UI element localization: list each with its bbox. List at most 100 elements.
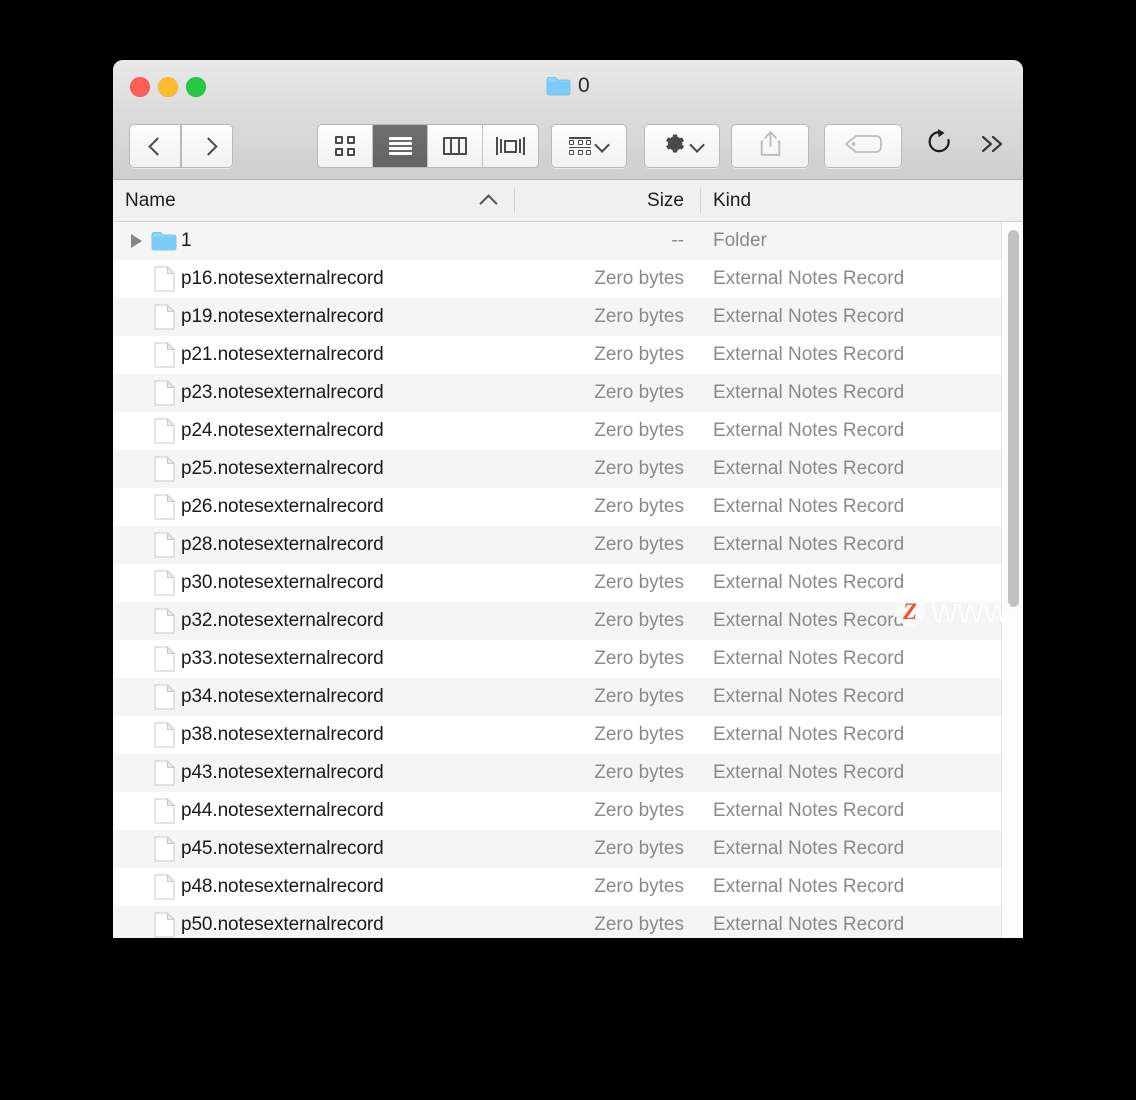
row-size-cell: Zero bytes: [594, 838, 684, 859]
window-title-group: 0: [113, 74, 1023, 98]
view-mode-segmented-control: [317, 124, 539, 168]
row-kind-cell: External Notes Record: [713, 686, 905, 707]
row-kind-cell: External Notes Record: [713, 762, 905, 783]
table-row[interactable]: p24.notesexternalrecord Zero bytes Externa…: [113, 412, 1023, 450]
cover-flow-button[interactable]: [483, 125, 538, 167]
row-kind-cell: External Notes Record: [713, 534, 905, 555]
row-kind-cell: External Notes Record: [713, 420, 905, 441]
row-size-cell: Zero bytes: [594, 800, 684, 821]
forward-button[interactable]: [181, 124, 233, 168]
column-header-name-label: Name: [125, 189, 176, 211]
arrange-icon: [569, 137, 591, 155]
double-chevron-right-icon: [979, 133, 1005, 160]
table-row[interactable]: p33.notesexternalrecord Zero bytes Externa…: [113, 640, 1023, 678]
scrollbar-thumb[interactable]: [1008, 230, 1019, 607]
row-name-label: p38.notesexternalrecord: [181, 724, 384, 745]
table-row[interactable]: p25.notesexternalrecord Zero bytes Externa…: [113, 450, 1023, 488]
column-view-icon: [443, 137, 467, 155]
row-name-cell: p24.notesexternalrecord: [113, 418, 515, 444]
table-row[interactable]: p23.notesexternalrecord Zero bytes Externa…: [113, 374, 1023, 412]
document-icon: [147, 912, 181, 938]
table-row[interactable]: p50.notesexternalrecord Zero bytes Externa…: [113, 906, 1023, 938]
table-row[interactable]: p38.notesexternalrecord Zero bytes Externa…: [113, 716, 1023, 754]
row-name-cell: p16.notesexternalrecord: [113, 266, 515, 292]
table-row[interactable]: p19.notesexternalrecord Zero bytes Externa…: [113, 298, 1023, 336]
table-row[interactable]: p16.notesexternalrecord Zero bytes Externa…: [113, 260, 1023, 298]
row-kind-cell: External Notes Record: [713, 648, 905, 669]
row-size-cell: Zero bytes: [594, 610, 684, 631]
title-bar[interactable]: 0: [113, 60, 1023, 113]
document-icon: [147, 380, 181, 406]
row-kind-cell: External Notes Record: [713, 496, 905, 517]
table-row[interactable]: p28.notesexternalrecord Zero bytes Externa…: [113, 526, 1023, 564]
chevron-down-icon: [594, 136, 610, 153]
share-button[interactable]: [731, 124, 809, 168]
row-name-label: p44.notesexternalrecord: [181, 800, 384, 821]
cover-flow-icon: [496, 136, 526, 156]
row-name-label: p48.notesexternalrecord: [181, 876, 384, 897]
table-row[interactable]: p48.notesexternalrecord Zero bytes Externa…: [113, 868, 1023, 906]
table-row[interactable]: p43.notesexternalrecord Zero bytes Externa…: [113, 754, 1023, 792]
row-size-cell: Zero bytes: [594, 268, 684, 289]
column-view-button[interactable]: [428, 125, 483, 167]
row-kind-cell: External Notes Record: [713, 724, 905, 745]
row-name-cell: p25.notesexternalrecord: [113, 456, 515, 482]
row-name-label: p16.notesexternalrecord: [181, 268, 384, 289]
document-icon: [147, 266, 181, 292]
row-name-cell: p30.notesexternalrecord: [113, 570, 515, 596]
vertical-scrollbar[interactable]: [1001, 222, 1023, 938]
row-name-label: p26.notesexternalrecord: [181, 496, 384, 517]
row-kind-cell: External Notes Record: [713, 838, 905, 859]
row-name-label: p24.notesexternalrecord: [181, 420, 384, 441]
row-name-label: p45.notesexternalrecord: [181, 838, 384, 859]
document-icon: [147, 646, 181, 672]
edit-tags-button[interactable]: [824, 124, 902, 168]
row-name-cell: p33.notesexternalrecord: [113, 646, 515, 672]
row-kind-cell: External Notes Record: [713, 306, 905, 327]
window-title: 0: [578, 74, 590, 97]
back-button[interactable]: [129, 124, 181, 168]
document-icon: [147, 342, 181, 368]
share-icon: [759, 130, 782, 162]
more-toolbar-items-button[interactable]: [970, 124, 1014, 168]
table-row[interactable]: p32.notesexternalrecord Zero bytes Externa…: [113, 602, 1023, 640]
table-row[interactable]: p21.notesexternalrecord Zero bytes Externa…: [113, 336, 1023, 374]
row-name-cell: p28.notesexternalrecord: [113, 532, 515, 558]
row-name-cell: p45.notesexternalrecord: [113, 836, 515, 862]
column-header-name[interactable]: Name: [113, 180, 515, 221]
row-name-cell: p23.notesexternalrecord: [113, 380, 515, 406]
document-icon: [147, 570, 181, 596]
document-icon: [147, 608, 181, 634]
row-size-cell: Zero bytes: [594, 914, 684, 935]
navigation-buttons: [129, 124, 233, 168]
arrange-button[interactable]: [551, 124, 627, 168]
table-row[interactable]: p44.notesexternalrecord Zero bytes Externa…: [113, 792, 1023, 830]
list-view-button[interactable]: [373, 125, 428, 167]
refresh-button[interactable]: [919, 124, 963, 168]
table-row[interactable]: p26.notesexternalrecord Zero bytes Externa…: [113, 488, 1023, 526]
row-kind-cell: External Notes Record: [713, 876, 905, 897]
row-size-cell: Zero bytes: [594, 762, 684, 783]
table-row[interactable]: p30.notesexternalrecord Zero bytes Externa…: [113, 564, 1023, 602]
icon-view-button[interactable]: [318, 125, 373, 167]
action-button[interactable]: [644, 124, 720, 168]
column-header-row: Name Size Kind: [113, 180, 1023, 222]
file-list: 1 -- Folder p16.notesexternalrecord Zero byt…: [113, 222, 1023, 938]
disclosure-triangle-icon[interactable]: [125, 234, 147, 248]
row-name-label: p30.notesexternalrecord: [181, 572, 384, 593]
document-icon: [147, 684, 181, 710]
row-kind-cell: External Notes Record: [713, 344, 905, 365]
row-size-cell: Zero bytes: [594, 724, 684, 745]
row-size-cell: --: [671, 230, 684, 251]
table-row[interactable]: 1 -- Folder: [113, 222, 1023, 260]
row-name-cell: 1: [113, 230, 515, 252]
column-header-size[interactable]: Size: [515, 180, 701, 221]
gear-icon: [661, 131, 686, 161]
row-name-label: p25.notesexternalrecord: [181, 458, 384, 479]
table-row[interactable]: p34.notesexternalrecord Zero bytes Externa…: [113, 678, 1023, 716]
document-icon: [147, 836, 181, 862]
column-header-kind[interactable]: Kind: [701, 180, 994, 221]
document-icon: [147, 532, 181, 558]
table-row[interactable]: p45.notesexternalrecord Zero bytes Externa…: [113, 830, 1023, 868]
row-kind-cell: External Notes Record: [713, 572, 905, 593]
